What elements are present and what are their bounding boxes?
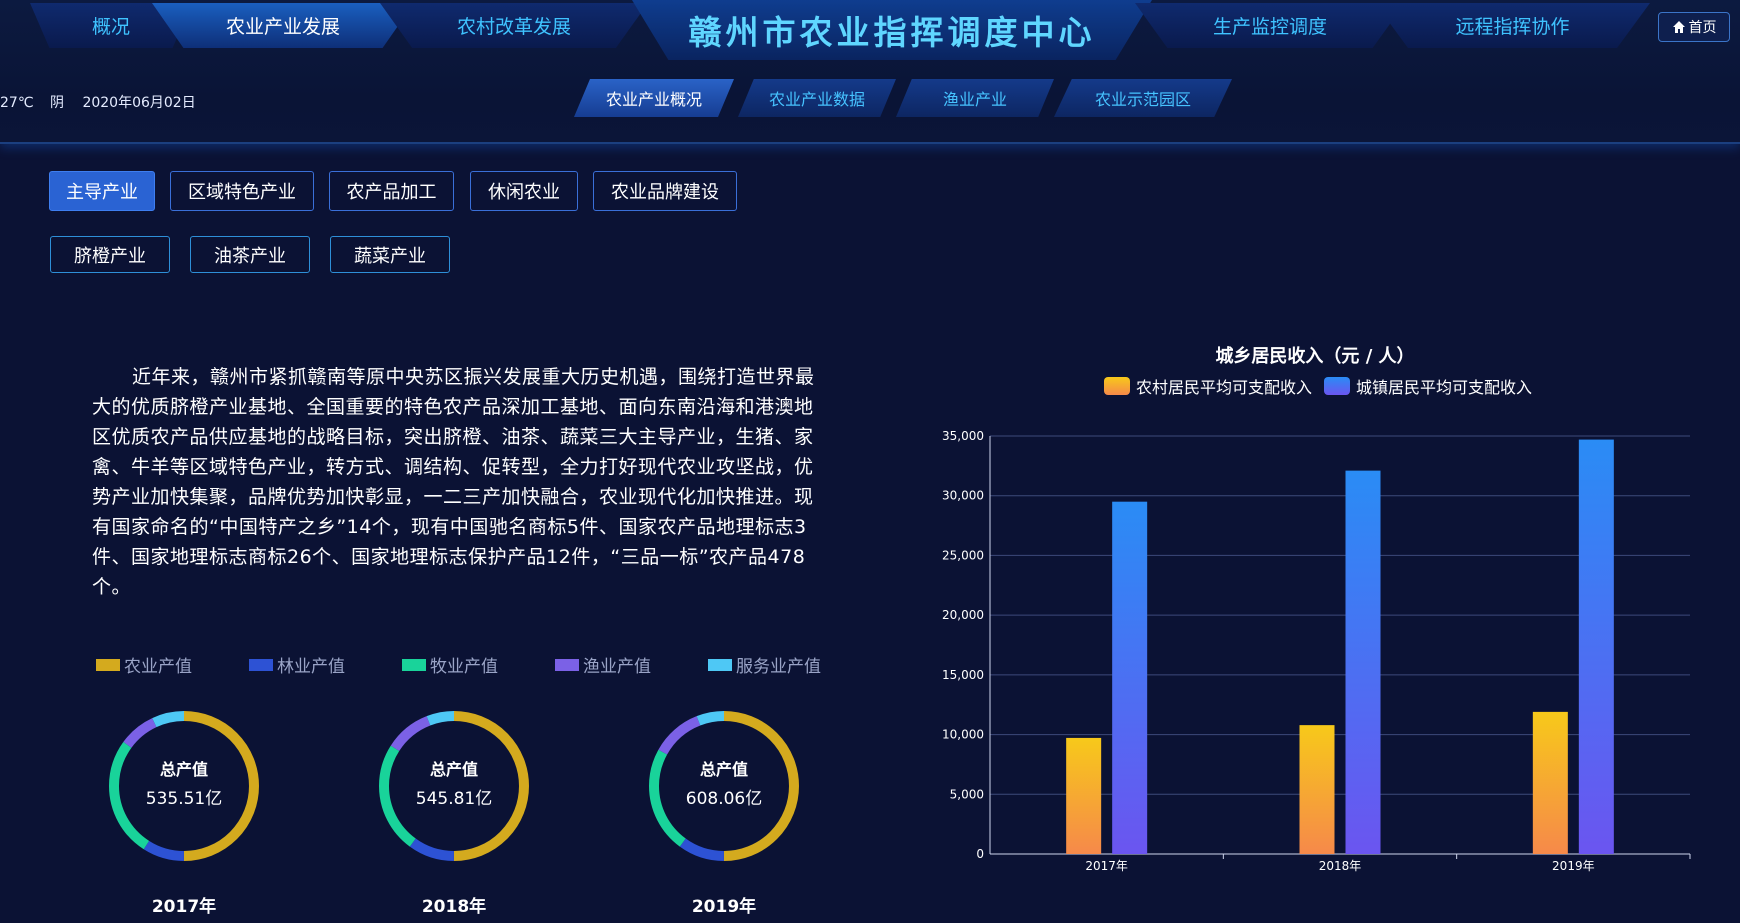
category-main-industry[interactable]: 主导产业 (49, 171, 155, 211)
legend-label: 渔业产值 (583, 657, 651, 677)
legend-swatch (555, 658, 579, 671)
legend-label: 农业产值 (124, 657, 192, 677)
nav-tab-label: 远程指挥协作 (1455, 16, 1570, 38)
subcategory-label: 油茶产业 (214, 245, 286, 267)
chart-legend-rural[interactable]: 农村居民平均可支配收入 (1104, 374, 1312, 398)
category-brand[interactable]: 农业品牌建设 (593, 171, 737, 211)
current-date: 2020年06月02日 (82, 95, 196, 111)
home-button[interactable]: 首页 (1658, 12, 1730, 42)
category-label: 主导产业 (66, 182, 138, 203)
nav-tab-production-monitor[interactable]: 生产监控调度 (1135, 3, 1405, 48)
legend-label: 牧业产值 (430, 657, 498, 677)
subnav-overview[interactable]: 农业产业概况 (574, 79, 734, 117)
bar (1066, 737, 1102, 854)
donut-year: 2019年 (691, 897, 757, 917)
x-tick-label: 2018年 (1319, 859, 1362, 873)
legend-swatch (402, 658, 426, 671)
x-tick-label: 2019年 (1552, 859, 1595, 873)
category-label: 区域特色产业 (188, 182, 296, 203)
y-tick-label: 0 (976, 847, 984, 861)
weather-info: 27℃ 阴 2020年06月02日 (0, 92, 196, 112)
y-tick-label: 15,000 (942, 668, 984, 682)
legend-label: 服务业产值 (736, 657, 821, 677)
home-icon (1672, 21, 1685, 33)
donut-value: 535.51亿 (145, 789, 223, 809)
y-tick-label: 35,000 (942, 429, 984, 443)
category-processing[interactable]: 农产品加工 (329, 171, 454, 211)
legend-label: 林业产值 (277, 657, 345, 677)
subnav-fishery[interactable]: 渔业产业 (896, 79, 1054, 117)
legend-swatch (1324, 377, 1351, 395)
subnav-label: 渔业产业 (942, 90, 1007, 109)
subcategory-camellia-oil[interactable]: 油茶产业 (190, 236, 310, 273)
bar (1345, 470, 1381, 854)
legend-item-livestock[interactable]: 牧业产值 (402, 652, 555, 677)
donut-2018[interactable]: 总产值 545.81亿 (376, 708, 532, 864)
y-tick-label: 25,000 (942, 548, 984, 562)
bar (1578, 439, 1614, 854)
donut-legend: 农业产值 林业产值 牧业产值 渔业产值 服务业产值 (96, 652, 861, 677)
nav-tab-label: 概况 (91, 16, 130, 38)
legend-item-services[interactable]: 服务业产值 (708, 652, 861, 677)
donut-year: 2018年 (421, 897, 487, 917)
y-tick-label: 20,000 (942, 608, 984, 622)
nav-tab-rural-reform[interactable]: 农村改革发展 (380, 3, 648, 48)
weather-condition: 阴 (50, 95, 64, 111)
temperature: 27℃ (0, 95, 34, 111)
page-title: 赣州市农业指挥调度中心 (688, 13, 1096, 52)
subcategory-navel-orange[interactable]: 脐橙产业 (50, 236, 170, 273)
legend-item-forestry[interactable]: 林业产值 (249, 652, 402, 677)
nav-tab-remote-command[interactable]: 远程指挥协作 (1375, 3, 1650, 48)
subnav-data[interactable]: 农业产业数据 (738, 79, 896, 117)
x-tick-label: 2017年 (1085, 859, 1128, 873)
donut-label: 总产值 (429, 760, 478, 779)
bar (1299, 725, 1335, 854)
nav-tab-label: 农村改革发展 (456, 16, 571, 38)
legend-swatch (249, 658, 273, 671)
legend-label: 城镇居民平均可支配收入 (1356, 378, 1533, 397)
intro-paragraph: 近年来，赣州市紧抓赣南等原中央苏区振兴发展重大历史机遇，围绕打造世界最大的优质脐… (92, 366, 815, 598)
subcategory-label: 脐橙产业 (74, 245, 146, 267)
category-label: 农产品加工 (346, 182, 437, 203)
subnav-label: 农业产业数据 (768, 90, 865, 109)
category-label: 农业品牌建设 (611, 182, 719, 203)
legend-swatch (708, 658, 732, 671)
donut-year: 2017年 (151, 897, 217, 917)
legend-swatch (96, 658, 120, 671)
y-tick-label: 30,000 (942, 489, 984, 503)
title-banner: 赣州市农业指挥调度中心 (632, 0, 1152, 60)
subcategory-label: 蔬菜产业 (354, 245, 426, 267)
nav-tab-label: 生产监控调度 (1212, 16, 1327, 38)
legend-swatch (1104, 377, 1130, 395)
category-label: 休闲农业 (488, 182, 560, 203)
donut-value: 545.81亿 (415, 789, 493, 809)
legend-item-agriculture[interactable]: 农业产值 (96, 652, 249, 677)
income-bar-chart: 0 5,000 10,000 15,000 20,000 25,000 30,000 35,0… (942, 429, 1691, 873)
subcategory-vegetables[interactable]: 蔬菜产业 (330, 236, 450, 273)
y-tick-label: 5,000 (950, 787, 984, 801)
bar (1532, 711, 1568, 854)
subnav-label: 农业产业概况 (605, 90, 702, 109)
chart-legend-urban[interactable]: 城镇居民平均可支配收入 (1324, 374, 1532, 398)
category-regional[interactable]: 区域特色产业 (170, 171, 314, 211)
nav-tab-agri-industry[interactable]: 农业产业发展 (152, 3, 414, 48)
subnav-demo-park[interactable]: 农业示范园区 (1054, 79, 1232, 117)
bar (1112, 501, 1148, 854)
chart-legend: 农村居民平均可支配收入 城镇居民平均可支配收入 (1104, 374, 1532, 398)
donut-2019[interactable]: 总产值 608.06亿 (646, 708, 802, 864)
legend-item-fishery[interactable]: 渔业产值 (555, 652, 708, 677)
donut-label: 总产值 (159, 760, 208, 779)
category-leisure[interactable]: 休闲农业 (470, 171, 578, 211)
donut-label: 总产值 (699, 760, 748, 779)
chart-title: 城乡居民收入（元 / 人） (1215, 346, 1415, 367)
legend-label: 农村居民平均可支配收入 (1136, 378, 1313, 397)
home-label: 首页 (1688, 20, 1717, 36)
nav-tab-label: 农业产业发展 (225, 16, 340, 38)
subnav-label: 农业示范园区 (1094, 90, 1191, 109)
donut-value: 608.06亿 (685, 789, 763, 809)
donut-2017[interactable]: 总产值 535.51亿 (106, 708, 262, 864)
y-tick-label: 10,000 (942, 728, 984, 742)
